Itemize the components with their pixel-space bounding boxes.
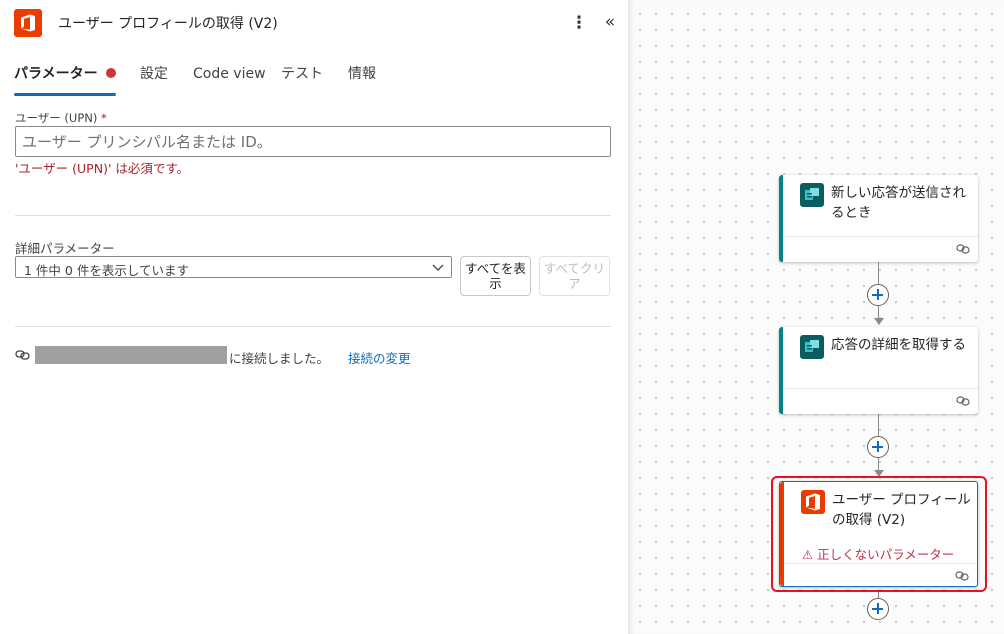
add-step-button[interactable]	[867, 598, 889, 620]
action-details-panel: ユーザー プロフィールの取得 (V2) ⋮ « パラメーター 設定 Code v…	[0, 0, 628, 634]
upn-input[interactable]	[15, 126, 611, 157]
dropdown-value: 1 件中 0 件を表示しています	[24, 263, 189, 278]
upn-label-text: ユーザー (UPN)	[15, 111, 98, 125]
connection-row: に接続しました。 接続の変更	[15, 346, 615, 366]
tab-settings[interactable]: 設定	[140, 62, 168, 96]
change-connection-link[interactable]: 接続の変更	[348, 348, 411, 367]
required-mark: *	[101, 111, 107, 125]
clear-all-button[interactable]: すべてクリア	[539, 256, 610, 296]
redacted-account	[35, 346, 227, 364]
show-all-button[interactable]: すべてを表示	[460, 256, 531, 296]
connector-line	[878, 414, 879, 436]
flow-node-get-user-profile[interactable]: ユーザー プロフィールの取得 (V2) ⚠ 正しくないパラメーター	[779, 481, 978, 587]
tab-label: パラメーター	[14, 66, 98, 82]
node-accent	[780, 482, 784, 586]
forms-icon	[800, 335, 824, 359]
link-icon	[955, 571, 969, 581]
tab-parameters[interactable]: パラメーター	[14, 62, 116, 96]
divider	[15, 215, 611, 216]
warning-message: ⚠ 正しくないパラメーター	[802, 547, 955, 562]
connector-line	[878, 262, 879, 284]
node-title: 新しい応答が送信されるとき	[831, 185, 966, 221]
forms-icon	[800, 183, 824, 207]
node-title: ユーザー プロフィールの取得 (V2)	[832, 492, 971, 528]
tab-about[interactable]: 情報	[348, 62, 376, 96]
link-icon	[15, 350, 30, 360]
divider	[15, 326, 611, 327]
upn-field-label: ユーザー (UPN) *	[15, 110, 107, 126]
flow-node-get-response[interactable]: 応答の詳細を取得する	[779, 327, 978, 414]
panel-header: ユーザー プロフィールの取得 (V2) ⋮ «	[0, 0, 628, 46]
flow-node-trigger[interactable]: 新しい応答が送信されるとき	[779, 175, 978, 262]
connection-status: に接続しました。	[229, 351, 330, 366]
add-step-button[interactable]	[867, 284, 889, 306]
active-tab-indicator	[14, 93, 116, 96]
tab-test[interactable]: テスト	[281, 62, 323, 96]
office-icon	[14, 9, 42, 37]
chevron-down-icon	[432, 264, 444, 271]
add-step-button[interactable]	[867, 436, 889, 458]
node-divider	[784, 563, 977, 564]
link-icon	[956, 396, 970, 406]
connector-line	[878, 306, 879, 318]
link-icon	[956, 244, 970, 254]
node-accent	[779, 327, 783, 414]
node-divider	[783, 388, 978, 389]
more-options-icon[interactable]: ⋮	[570, 12, 588, 34]
arrow-down-icon	[874, 318, 884, 325]
upn-error-message: 'ユーザー (UPN)' は必須です。	[15, 161, 190, 176]
tab-code-view[interactable]: Code view	[193, 62, 266, 96]
advanced-parameters-dropdown[interactable]: 1 件中 0 件を表示しています	[15, 256, 452, 278]
collapse-panel-icon[interactable]: «	[600, 11, 620, 33]
panel-title: ユーザー プロフィールの取得 (V2)	[58, 16, 278, 32]
office-icon	[801, 490, 825, 514]
connector-line	[878, 458, 879, 470]
node-title: 応答の詳細を取得する	[831, 337, 966, 353]
advanced-parameters-label: 詳細パラメーター	[15, 241, 115, 256]
node-divider	[783, 236, 978, 237]
error-dot-icon	[105, 68, 116, 78]
node-accent	[779, 175, 783, 262]
